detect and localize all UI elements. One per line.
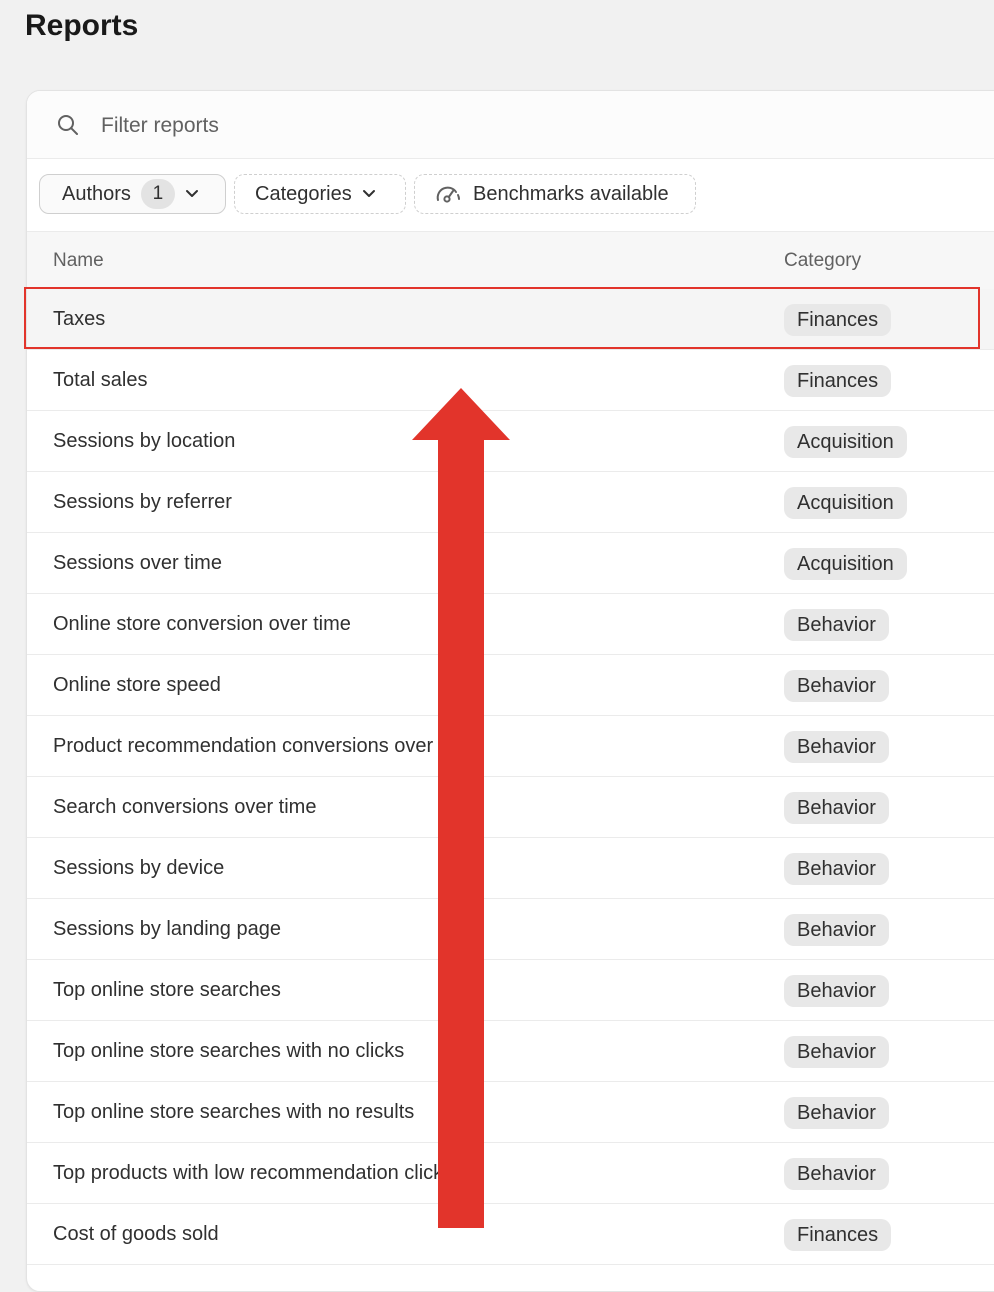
- category-badge: Acquisition: [784, 487, 907, 519]
- table-row[interactable]: Product recommendation conversions over …: [27, 716, 994, 777]
- table-row[interactable]: Cost of goods sold Finances: [27, 1204, 994, 1265]
- report-name[interactable]: Sessions by location: [53, 430, 235, 453]
- report-name[interactable]: Sessions over time: [53, 552, 222, 575]
- table-row[interactable]: Search conversions over time Behavior: [27, 777, 994, 838]
- column-header-name[interactable]: Name: [53, 250, 104, 272]
- report-name[interactable]: Online store speed: [53, 674, 221, 697]
- authors-filter-button[interactable]: Authors 1: [39, 174, 226, 214]
- report-name[interactable]: Search conversions over time: [53, 796, 316, 819]
- report-name[interactable]: Total sales: [53, 369, 148, 392]
- filter-bar: Authors 1 Categories Benchmarks availabl…: [27, 159, 994, 232]
- table-header: Name Category: [27, 232, 994, 290]
- category-badge: Behavior: [784, 792, 889, 824]
- report-name[interactable]: Sessions by device: [53, 857, 224, 880]
- benchmarks-filter-label: Benchmarks available: [473, 182, 669, 205]
- filter-reports-input[interactable]: [99, 105, 803, 147]
- gauge-icon: [436, 186, 460, 203]
- chevron-down-icon: [362, 190, 375, 197]
- authors-filter-label: Authors: [62, 182, 131, 205]
- authors-count-badge: 1: [140, 179, 175, 209]
- report-name[interactable]: Top products with low recommendation cli…: [53, 1162, 483, 1185]
- report-name[interactable]: Top online store searches with no result…: [53, 1101, 414, 1124]
- table-row[interactable]: Top online store searches Behavior: [27, 960, 994, 1021]
- table-row[interactable]: Sessions over time Acquisition: [27, 533, 994, 594]
- reports-table-body: Taxes Finances Total sales Finances Sessio…: [27, 289, 994, 1265]
- categories-filter-button[interactable]: Categories: [234, 174, 406, 214]
- report-name[interactable]: Online store conversion over time: [53, 613, 351, 636]
- column-header-category[interactable]: Category: [784, 250, 861, 272]
- table-row[interactable]: Top online store searches with no result…: [27, 1082, 994, 1143]
- category-badge: Behavior: [784, 853, 889, 885]
- report-name[interactable]: Sessions by referrer: [53, 491, 232, 514]
- page-title: Reports: [25, 9, 139, 42]
- report-name[interactable]: Sessions by landing page: [53, 918, 281, 941]
- category-badge: Behavior: [784, 975, 889, 1007]
- report-name[interactable]: Top online store searches with no clicks: [53, 1040, 404, 1063]
- search-bar: [27, 91, 994, 159]
- report-name[interactable]: Product recommendation conversions over …: [53, 735, 477, 758]
- category-badge: Behavior: [784, 609, 889, 641]
- table-row[interactable]: Sessions by referrer Acquisition: [27, 472, 994, 533]
- report-name[interactable]: Top online store searches: [53, 979, 281, 1002]
- category-badge: Behavior: [784, 1036, 889, 1068]
- category-badge: Behavior: [784, 731, 889, 763]
- chevron-down-icon: [185, 190, 198, 197]
- category-badge: Acquisition: [784, 426, 907, 458]
- table-row[interactable]: Sessions by landing page Behavior: [27, 899, 994, 960]
- category-badge: Behavior: [784, 670, 889, 702]
- reports-card: Authors 1 Categories Benchmarks availabl…: [26, 90, 994, 1292]
- category-badge: Behavior: [784, 1158, 889, 1190]
- table-row[interactable]: Sessions by location Acquisition: [27, 411, 994, 472]
- table-row[interactable]: Taxes Finances: [27, 289, 994, 350]
- table-row[interactable]: Sessions by device Behavior: [27, 838, 994, 899]
- report-name[interactable]: Cost of goods sold: [53, 1223, 219, 1246]
- search-icon: [58, 115, 78, 135]
- benchmarks-filter-button[interactable]: Benchmarks available: [414, 174, 696, 214]
- category-badge: Finances: [784, 365, 892, 397]
- table-row[interactable]: Online store speed Behavior: [27, 655, 994, 716]
- table-row[interactable]: Online store conversion over time Behavio…: [27, 594, 994, 655]
- category-badge: Acquisition: [784, 548, 907, 580]
- category-badge: Behavior: [784, 1097, 889, 1129]
- table-row[interactable]: Top products with low recommendation cli…: [27, 1143, 994, 1204]
- category-badge: Behavior: [784, 914, 889, 946]
- category-badge: Finances: [784, 304, 892, 336]
- table-row[interactable]: Top online store searches with no clicks…: [27, 1021, 994, 1082]
- table-row[interactable]: Total sales Finances: [27, 350, 994, 411]
- categories-filter-label: Categories: [255, 182, 352, 205]
- report-name[interactable]: Taxes: [53, 308, 105, 331]
